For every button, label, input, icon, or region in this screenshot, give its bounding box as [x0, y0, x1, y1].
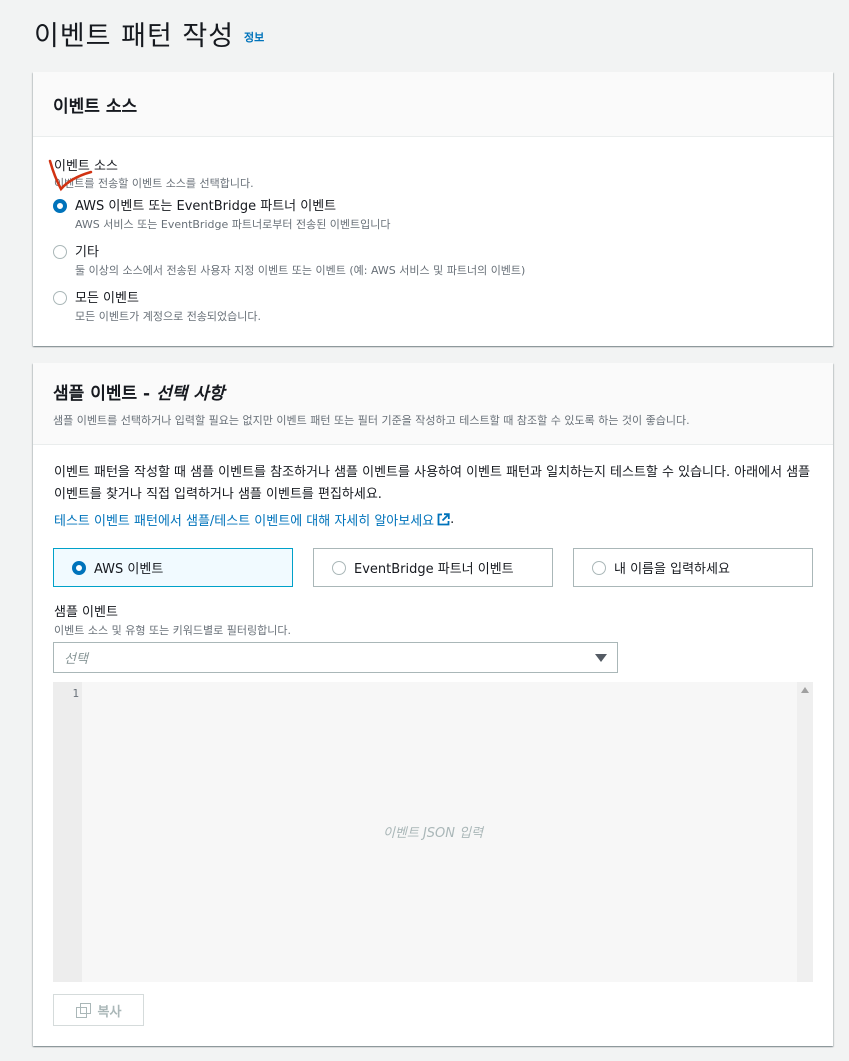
- sample-event-panel: 샘플 이벤트 - 선택 사항 샘플 이벤트를 선택하거나 입력할 필요는 없지만…: [33, 363, 833, 1046]
- editor-placeholder: 이벤트 JSON 입력: [382, 826, 484, 841]
- learn-more-period: .: [450, 512, 455, 527]
- tile-aws-events[interactable]: AWS 이벤트: [53, 548, 293, 587]
- learn-more-link[interactable]: 테스트 이벤트 패턴에서 샘플/테스트 이벤트에 대해 자세히 알아보세요: [54, 510, 434, 529]
- radio-button[interactable]: [53, 291, 67, 305]
- copy-icon: [75, 1003, 91, 1018]
- radio-option-other[interactable]: 기타 둘 이상의 소스에서 전송된 사용자 지정 이벤트 또는 이벤트 (예: …: [53, 244, 525, 278]
- select-placeholder: 선택: [64, 652, 88, 667]
- optional-label: 선택 사항: [156, 384, 225, 404]
- copy-label: 복사: [97, 1004, 122, 1020]
- sample-event-select[interactable]: 선택: [53, 642, 618, 673]
- page-title: 이벤트 패턴 작성: [34, 21, 235, 52]
- info-link[interactable]: 정보: [244, 29, 264, 45]
- learn-more: 테스트 이벤트 패턴에서 샘플/테스트 이벤트에 대해 자세히 알아보세요 .: [54, 510, 454, 529]
- tile-enter-my-own[interactable]: 내 이름을 입력하세요: [573, 548, 813, 587]
- copy-button[interactable]: 복사: [53, 994, 144, 1026]
- radio-option-all[interactable]: 모든 이벤트 모든 이벤트가 계정으로 전송되었습니다.: [53, 290, 261, 324]
- radio-option-aws[interactable]: AWS 이벤트 또는 EventBridge 파트너 이벤트 AWS 서비스 또…: [53, 198, 391, 232]
- tile-label: AWS 이벤트: [94, 562, 164, 577]
- radio-button[interactable]: [592, 560, 606, 575]
- radio-label: AWS 이벤트 또는 EventBridge 파트너 이벤트: [75, 199, 337, 214]
- radio-description: 모든 이벤트가 계정으로 전송되었습니다.: [75, 310, 262, 323]
- sample-event-label: 샘플 이벤트: [54, 605, 118, 620]
- panel-description: 샘플 이벤트를 선택하거나 입력할 필요는 없지만 이벤트 패턴 또는 필터 기…: [53, 414, 690, 427]
- radio-description: AWS 서비스 또는 EventBridge 파트너로부터 전송된 이벤트입니다: [75, 218, 391, 231]
- panel-title: 샘플 이벤트 -: [53, 384, 151, 404]
- radio-description: 둘 이상의 소스에서 전송된 사용자 지정 이벤트 또는 이벤트 (예: AWS…: [75, 264, 526, 277]
- event-source-panel: 이벤트 소스 이벤트 소스 이벤트를 전송할 이벤트 소스를 선택합니다. AW…: [33, 72, 833, 346]
- json-editor[interactable]: 1 이벤트 JSON 입력: [53, 682, 813, 982]
- radio-button[interactable]: [53, 245, 67, 259]
- radio-label: 기타: [75, 245, 99, 260]
- page-header: 이벤트 패턴 작성 정보: [34, 14, 264, 53]
- body-text: 이벤트 패턴을 작성할 때 샘플 이벤트를 참조하거나 샘플 이벤트를 사용하여…: [54, 465, 811, 502]
- panel-title: 이벤트 소스: [53, 97, 138, 117]
- radio-button[interactable]: [72, 560, 86, 575]
- panel-header: 이벤트 소스: [33, 72, 833, 137]
- external-link-icon[interactable]: [437, 513, 450, 526]
- radio-label: 모든 이벤트: [75, 291, 139, 306]
- tile-label: 내 이름을 입력하세요: [614, 562, 730, 577]
- caret-down-icon: [595, 654, 607, 662]
- scroll-up-icon[interactable]: [801, 687, 809, 693]
- sample-event-description: 이벤트 소스 및 유형 또는 키워드별로 필터링합니다.: [54, 624, 291, 637]
- panel-header: 샘플 이벤트 - 선택 사항 샘플 이벤트를 선택하거나 입력할 필요는 없지만…: [33, 363, 833, 445]
- radio-button[interactable]: [53, 199, 67, 213]
- line-number: 1: [72, 687, 79, 700]
- tile-partner-events[interactable]: EventBridge 파트너 이벤트: [313, 548, 553, 587]
- checkmark-annotation-icon: [48, 159, 93, 192]
- radio-button[interactable]: [332, 560, 346, 575]
- editor-scrollbar[interactable]: [797, 682, 813, 982]
- tile-label: EventBridge 파트너 이벤트: [354, 562, 514, 577]
